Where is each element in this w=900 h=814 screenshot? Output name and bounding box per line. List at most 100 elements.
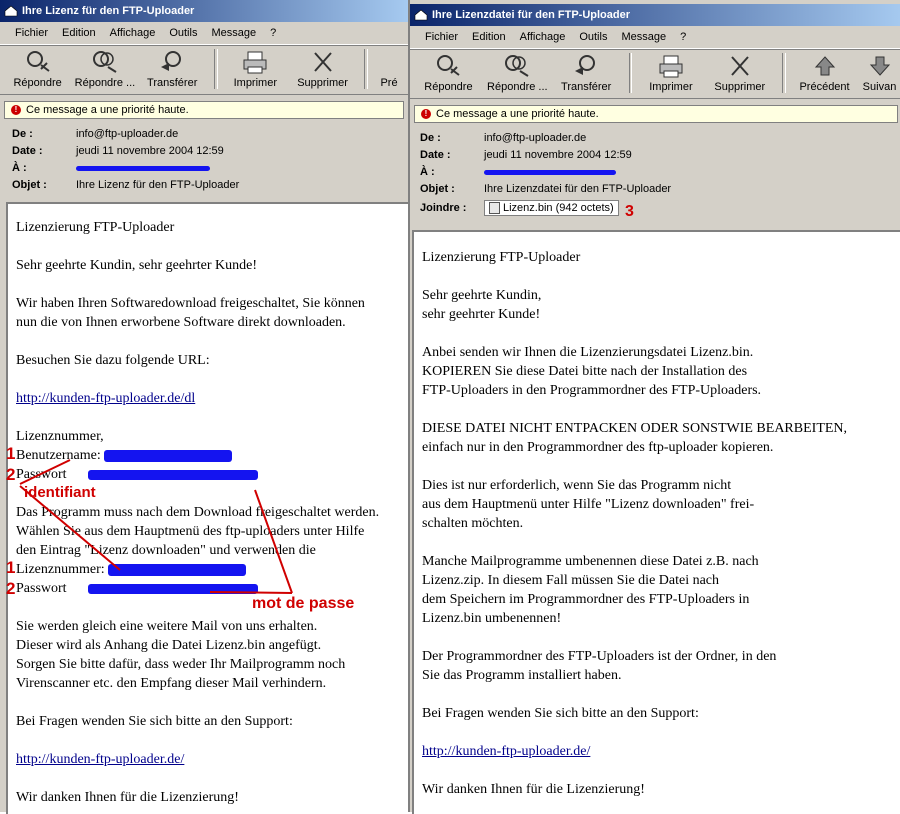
- print-button[interactable]: Imprimer: [224, 49, 287, 89]
- menu-help[interactable]: ?: [263, 25, 283, 41]
- menu-outils[interactable]: Outils: [162, 25, 204, 41]
- to-label: À :: [12, 161, 27, 174]
- menu-affichage[interactable]: Affichage: [513, 29, 573, 45]
- subject-label: Objet :: [420, 182, 455, 195]
- from-value[interactable]: info@ftp-uploader.de: [76, 128, 178, 140]
- body-line: Lizenzierung FTP-Uploader: [422, 250, 581, 265]
- delete-button[interactable]: Supprimer: [707, 53, 772, 93]
- body-line: Sehr geehrte Kundin,: [422, 288, 542, 303]
- mail-icon: [4, 5, 18, 17]
- subject-value: Ihre Lizenz für den FTP-Uploader: [76, 178, 240, 191]
- reply-all-button[interactable]: Répondre ...: [485, 53, 550, 93]
- body-line: FTP-Uploaders in den Programmordner des …: [422, 383, 762, 398]
- support-link[interactable]: http://kunden-ftp-uploader.de/: [422, 742, 900, 761]
- body-line: nun die von Ihnen erworbene Software dir…: [16, 315, 346, 330]
- reply-all-button[interactable]: Répondre ...: [73, 49, 136, 89]
- redacted-password: [87, 583, 258, 594]
- body-line: aus dem Hauptmenü unter Hilfe "Lizenz do…: [422, 497, 755, 512]
- menu-edition[interactable]: Edition: [55, 25, 103, 41]
- subject-label: Objet :: [12, 178, 47, 191]
- menu-affichage[interactable]: Affichage: [103, 25, 163, 41]
- menu-message[interactable]: Message: [204, 25, 263, 41]
- date-label: Date :: [12, 144, 43, 157]
- from-label: De :: [420, 131, 441, 144]
- reply-button[interactable]: Répondre: [6, 49, 69, 89]
- toolbar-separator: [213, 49, 218, 89]
- annotation-number: 2: [6, 579, 16, 598]
- date-label: Date :: [420, 148, 451, 161]
- print-button[interactable]: Imprimer: [638, 53, 703, 93]
- delete-button[interactable]: Supprimer: [291, 49, 354, 89]
- attachment-field[interactable]: Lizenz.bin (942 octets): [484, 200, 619, 216]
- exclamation-icon: !: [421, 109, 431, 119]
- body-line: einfach nur in den Programmordner des ft…: [422, 440, 774, 455]
- previous-button[interactable]: Pré: [374, 49, 404, 89]
- printer-icon: [659, 55, 683, 78]
- previous-icon: [374, 49, 404, 75]
- reply-button[interactable]: Répondre: [416, 53, 481, 93]
- delete-icon: [313, 52, 332, 72]
- file-icon: [489, 202, 500, 214]
- body-line: Lizenz.zip. In diesem Fall müssen Sie di…: [422, 573, 720, 588]
- title-bar[interactable]: Ihre Lizenzdatei für den FTP-Uploader: [410, 4, 900, 26]
- menu-help[interactable]: ?: [673, 29, 693, 45]
- body-line: Wählen Sie aus dem Hauptmenü des ftp-upl…: [16, 524, 365, 539]
- body-line: Wir haben Ihren Softwaredownload freiges…: [16, 296, 365, 311]
- forward-icon: [575, 55, 596, 75]
- forward-icon: [161, 51, 182, 71]
- mail-icon: [414, 9, 428, 21]
- annotation-number: 1: [6, 444, 16, 463]
- body-line: Lizenzierung FTP-Uploader: [16, 220, 175, 235]
- delete-icon: [731, 56, 749, 76]
- menu-outils[interactable]: Outils: [572, 29, 614, 45]
- body-line: Anbei senden wir Ihnen die Lizenzierungs…: [422, 345, 754, 360]
- reply-icon: [437, 55, 461, 76]
- body-line: sehr geehrter Kunde!: [422, 307, 541, 322]
- annotation-identifiant: identifiant: [24, 484, 96, 501]
- body-line: KOPIEREN Sie diese Datei bitte nach der …: [422, 364, 748, 379]
- body-line: schalten möchten.: [422, 516, 524, 531]
- body-line: Virenscanner etc. den Empfang dieser Mai…: [16, 676, 327, 691]
- right-message-body[interactable]: Lizenzierung FTP-Uploader Sehr geehrte K…: [412, 230, 900, 814]
- reply-icon: [26, 51, 50, 72]
- from-value[interactable]: info@ftp-uploader.de: [484, 132, 586, 144]
- body-line: DIESE DATEI NICHT ENTPACKEN ODER SONSTWI…: [422, 421, 848, 436]
- message-headers: De : info@ftp-uploader.de Date : jeudi 11 …: [410, 125, 900, 219]
- menu-fichier[interactable]: Fichier: [8, 25, 55, 41]
- next-button[interactable]: Suivan: [861, 53, 898, 93]
- toolbar-separator: [628, 53, 633, 93]
- subject-value: Ihre Lizenzdatei für den FTP-Uploader: [484, 182, 672, 195]
- annotation-mot-de-passe: mot de passe: [252, 595, 355, 612]
- body-line: Lizenz.bin umbenennen!: [422, 611, 562, 626]
- menu-fichier[interactable]: Fichier: [418, 29, 465, 45]
- attach-label: Joindre :: [420, 202, 467, 214]
- toolbar: Répondre Répondre ... Transférer Imprime…: [0, 45, 408, 95]
- body-line: Bei Fragen wenden Sie sich bitte an den …: [16, 714, 293, 729]
- body-line: Dieser wird als Anhang die Datei Lizenz.…: [16, 638, 322, 653]
- redacted-license-number: [108, 563, 247, 576]
- body-line: Dies ist nur erforderlich, wenn Sie das …: [422, 478, 732, 493]
- menu-edition[interactable]: Edition: [465, 29, 513, 45]
- download-link[interactable]: http://kunden-ftp-uploader.de/dl: [16, 389, 410, 408]
- body-line: den Eintrag "Lizenz downloaden" und verw…: [16, 543, 316, 558]
- date-value: jeudi 11 novembre 2004 12:59: [484, 148, 632, 161]
- attachment-name: Lizenz.bin (942 octets): [503, 202, 614, 214]
- body-line: Der Programmordner des FTP-Uploaders ist…: [422, 649, 777, 664]
- menu-message[interactable]: Message: [614, 29, 673, 45]
- title-bar[interactable]: Ihre Lizenz für den FTP-Uploader: [0, 0, 408, 22]
- annotation-number: 2: [6, 465, 16, 484]
- forward-button[interactable]: Transférer: [554, 53, 619, 93]
- body-line: dem Speichern im Programmordner des FTP-…: [422, 592, 750, 607]
- window-title: Ihre Lizenzdatei für den FTP-Uploader: [432, 9, 631, 21]
- previous-button[interactable]: Précédent: [792, 53, 857, 93]
- date-value: jeudi 11 novembre 2004 12:59: [76, 144, 224, 157]
- menu-bar: Fichier Edition Affichage Outils Message…: [0, 22, 408, 45]
- body-line: Wir danken Ihnen für die Lizenzierung!: [422, 782, 645, 797]
- support-link[interactable]: http://kunden-ftp-uploader.de/: [16, 750, 410, 769]
- body-line: Sehr geehrte Kundin, sehr geehrter Kunde…: [16, 258, 258, 273]
- forward-button[interactable]: Transférer: [141, 49, 204, 89]
- to-label: À :: [420, 165, 435, 178]
- reply-all-icon: [92, 51, 117, 73]
- left-message-body[interactable]: Lizenzierung FTP-Uploader Sehr geehrte K…: [6, 202, 410, 814]
- body-line: Sie werden gleich eine weitere Mail von …: [16, 619, 318, 634]
